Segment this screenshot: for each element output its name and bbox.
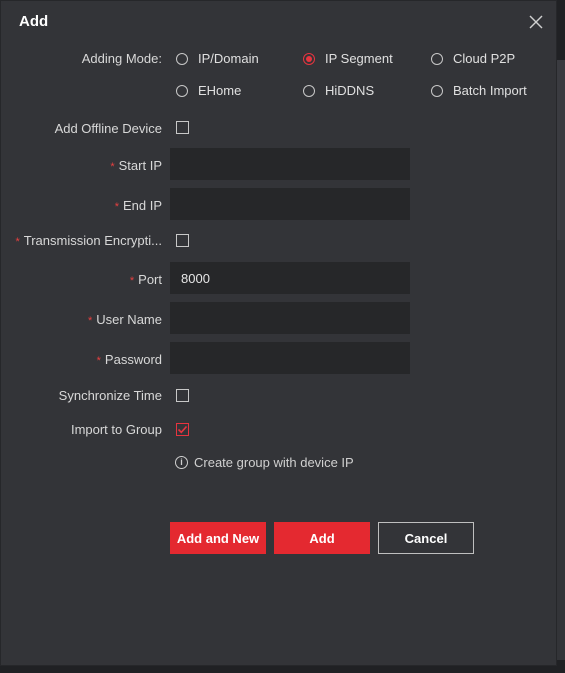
required-asterisk: * (129, 275, 135, 287)
background-window-strip (557, 240, 565, 660)
transmission-encryption-label: * Transmission Encrypti... (1, 233, 162, 248)
radio-button-icon[interactable] (431, 84, 443, 97)
radio-button-icon[interactable] (303, 84, 315, 97)
transmission-encryption-checkbox[interactable] (176, 234, 189, 247)
end-ip-label: * End IP (1, 198, 162, 213)
password-label: * Password (1, 352, 162, 367)
add-offline-device-label: Add Offline Device (54, 121, 162, 136)
group-hint-text: Create group with device IP (194, 455, 354, 470)
cancel-button[interactable]: Cancel (378, 522, 474, 554)
port-input[interactable] (170, 262, 410, 294)
group-hint: i Create group with device IP (175, 455, 354, 470)
add-device-dialog: Add Adding Mode: IP/Domain IP Segment Cl… (0, 0, 557, 666)
info-icon: i (175, 456, 188, 469)
checkmark-icon (177, 425, 188, 434)
add-offline-device-checkbox[interactable] (176, 121, 189, 134)
radio-label: IP/Domain (198, 51, 259, 66)
radio-button-selected-icon[interactable] (303, 52, 315, 65)
password-label-text: Password (104, 352, 162, 367)
radio-label: Batch Import (453, 83, 527, 98)
required-asterisk: * (96, 355, 101, 367)
radio-cloud-p2p[interactable]: Cloud P2P (431, 51, 515, 66)
radio-button-icon[interactable] (176, 52, 188, 65)
transmission-encryption-label-text: Transmission Encrypti... (23, 233, 162, 248)
required-asterisk: * (114, 201, 119, 213)
add-button[interactable]: Add (274, 522, 370, 554)
import-to-group-checkbox[interactable] (176, 423, 189, 436)
close-icon[interactable] (527, 13, 545, 31)
radio-batch-import[interactable]: Batch Import (431, 83, 527, 98)
radio-label: IP Segment (325, 51, 393, 66)
user-name-label: * User Name (1, 312, 162, 327)
port-label-text: Port (138, 272, 162, 287)
end-ip-label-text: End IP (122, 198, 162, 213)
radio-ip-segment[interactable]: IP Segment (303, 51, 393, 66)
required-asterisk: * (110, 161, 115, 173)
import-to-group-label: Import to Group (70, 422, 162, 437)
password-input[interactable] (170, 342, 410, 374)
radio-button-icon[interactable] (431, 52, 443, 65)
adding-mode-label: Adding Mode: (81, 51, 162, 66)
dialog-title: Add (19, 13, 49, 30)
synchronize-time-checkbox[interactable] (176, 389, 189, 402)
radio-button-icon[interactable] (176, 84, 188, 97)
port-label: * Port (1, 272, 162, 287)
radio-ehome[interactable]: EHome (176, 83, 241, 98)
synchronize-time-label: Synchronize Time (58, 388, 162, 403)
radio-hiddns[interactable]: HiDDNS (303, 83, 374, 98)
user-name-label-text: User Name (96, 312, 162, 327)
end-ip-input[interactable] (170, 188, 410, 220)
required-asterisk: * (87, 315, 93, 327)
start-ip-label-text: Start IP (118, 158, 162, 173)
background-window-strip (557, 60, 565, 240)
add-and-new-button[interactable]: Add and New (170, 522, 266, 554)
radio-label: EHome (198, 83, 242, 98)
radio-label: Cloud P2P (453, 51, 516, 66)
user-name-input[interactable] (170, 302, 410, 334)
required-asterisk: * (15, 236, 20, 248)
start-ip-input[interactable] (170, 148, 410, 180)
radio-label: HiDDNS (325, 83, 375, 98)
radio-ip-domain[interactable]: IP/Domain (176, 51, 259, 66)
start-ip-label: * Start IP (1, 158, 162, 173)
